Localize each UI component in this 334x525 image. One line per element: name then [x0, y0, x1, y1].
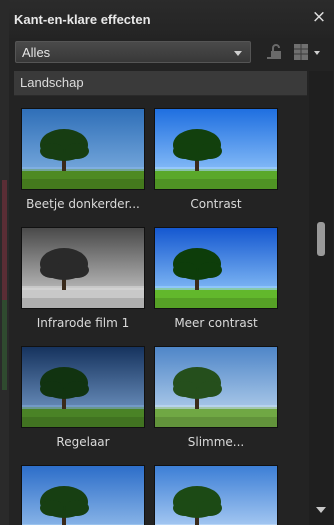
scrollbar-thumb[interactable]: [317, 222, 325, 256]
effects-panel: Kant-en-klare effecten × Alles Landschap…: [9, 0, 334, 525]
edge-color-accent: [2, 180, 7, 300]
close-button[interactable]: ×: [311, 9, 327, 26]
panel-toolbar: Alles: [9, 38, 334, 68]
scrollbar[interactable]: [309, 71, 333, 525]
effect-thumbnail[interactable]: [154, 346, 278, 428]
panel-titlebar: Kant-en-klare effecten ×: [9, 0, 334, 38]
effect-thumbnail[interactable]: [21, 346, 145, 428]
effect-thumbnail[interactable]: [21, 465, 145, 525]
edge-color-accent: [2, 300, 7, 390]
effect-thumbnail[interactable]: [154, 108, 278, 190]
section-title: Landschap: [20, 75, 84, 90]
category-dropdown[interactable]: Alles: [15, 41, 251, 63]
effect-label: Infrarode film 1: [36, 316, 130, 330]
effect-label: Contrast: [190, 197, 242, 211]
grid-view-icon[interactable]: [292, 43, 322, 61]
effect-thumbnail[interactable]: [154, 227, 278, 309]
left-edge-strip: [0, 0, 9, 525]
effect-thumbnail[interactable]: [21, 108, 145, 190]
scroll-down-arrow-icon[interactable]: [316, 507, 326, 513]
chevron-down-icon: [234, 51, 242, 56]
lock-icon[interactable]: [265, 43, 285, 61]
effect-label: Slimme...: [187, 435, 245, 449]
panel-title: Kant-en-klare effecten: [14, 12, 151, 27]
effect-label: Beetje donkerder...: [26, 197, 140, 211]
effect-thumbnail[interactable]: [21, 227, 145, 309]
category-value: Alles: [22, 45, 51, 60]
effect-label: Meer contrast: [174, 316, 258, 330]
effect-label: Regelaar: [56, 435, 110, 449]
effect-thumbnail[interactable]: [154, 465, 278, 525]
section-header[interactable]: Landschap: [14, 71, 307, 96]
